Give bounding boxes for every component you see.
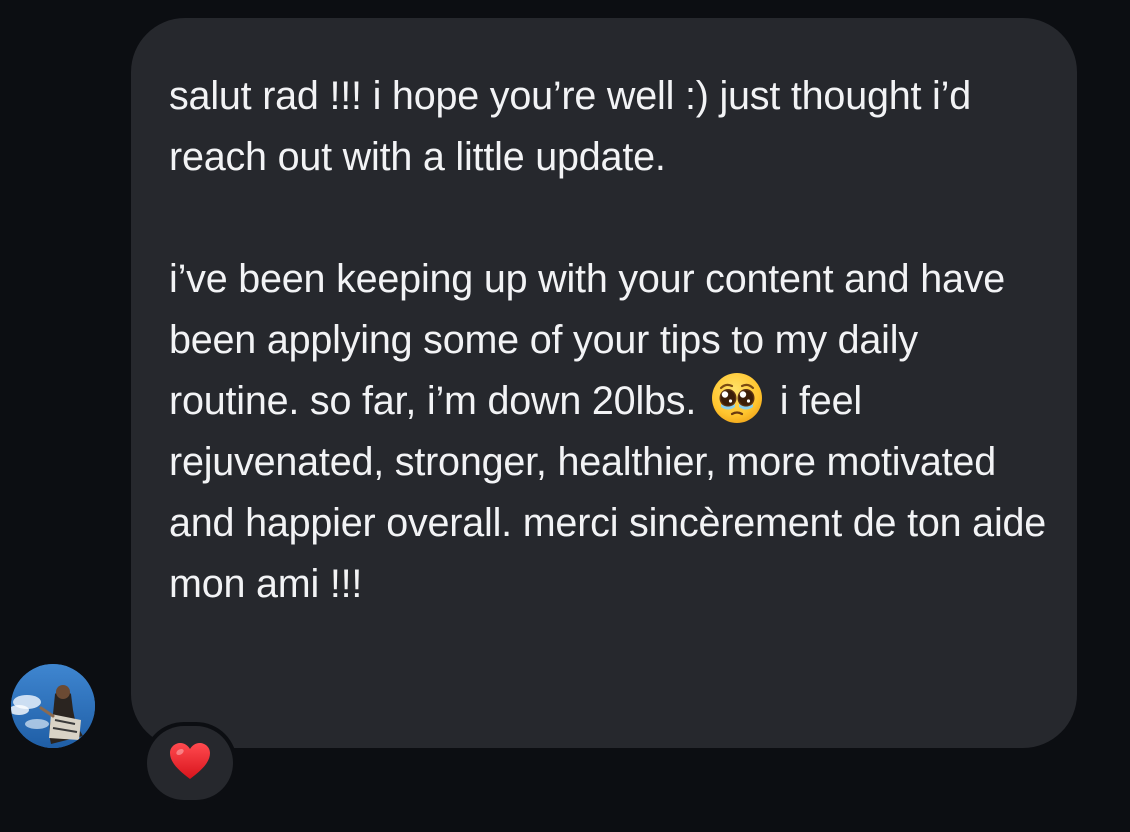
sender-avatar[interactable] xyxy=(11,664,95,748)
reaction-badge[interactable] xyxy=(143,722,237,804)
pleading-face-with-tears-icon xyxy=(711,372,763,424)
message-thread: salut rad !!! i hope you’re well :) just… xyxy=(0,0,1130,832)
message-paragraph-1: salut rad !!! i hope you’re well :) just… xyxy=(169,74,971,179)
received-message-bubble[interactable]: salut rad !!! i hope you’re well :) just… xyxy=(131,18,1077,748)
message-paragraph-2: i’ve been keeping up with your content a… xyxy=(169,249,1047,615)
red-heart-icon xyxy=(168,741,212,786)
reaction-badge-inner xyxy=(147,726,233,800)
message-text-before-emoji: i’ve been keeping up with your content a… xyxy=(169,257,1006,423)
